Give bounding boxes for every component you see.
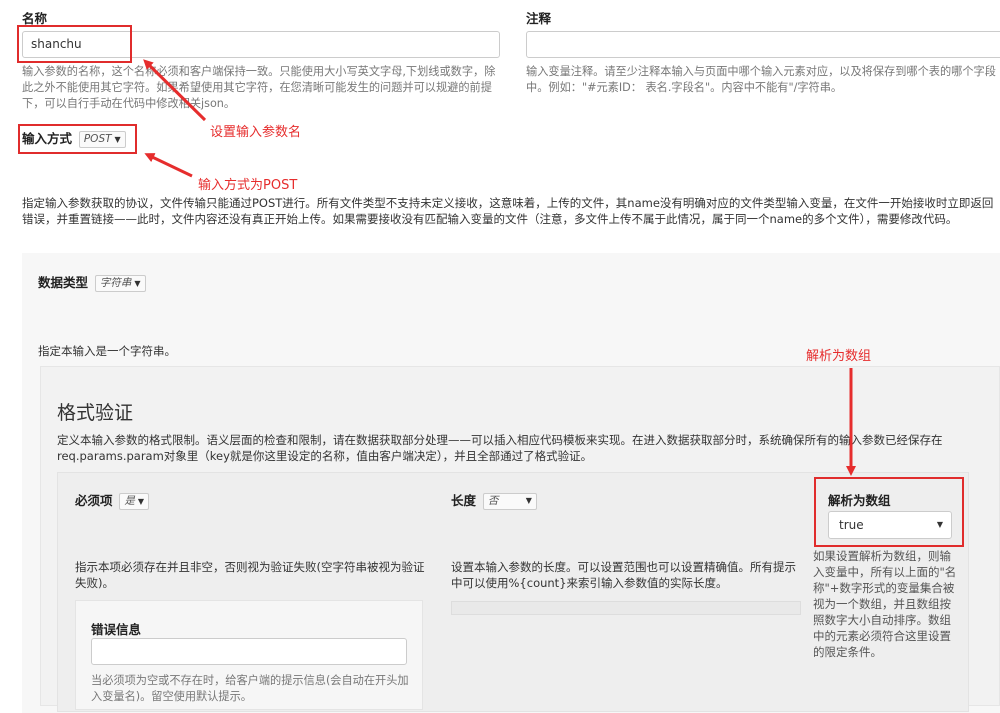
- arrow-to-name: [143, 59, 207, 122]
- annotation-arrows: [143, 59, 856, 476]
- arrow-to-method: [144, 153, 193, 178]
